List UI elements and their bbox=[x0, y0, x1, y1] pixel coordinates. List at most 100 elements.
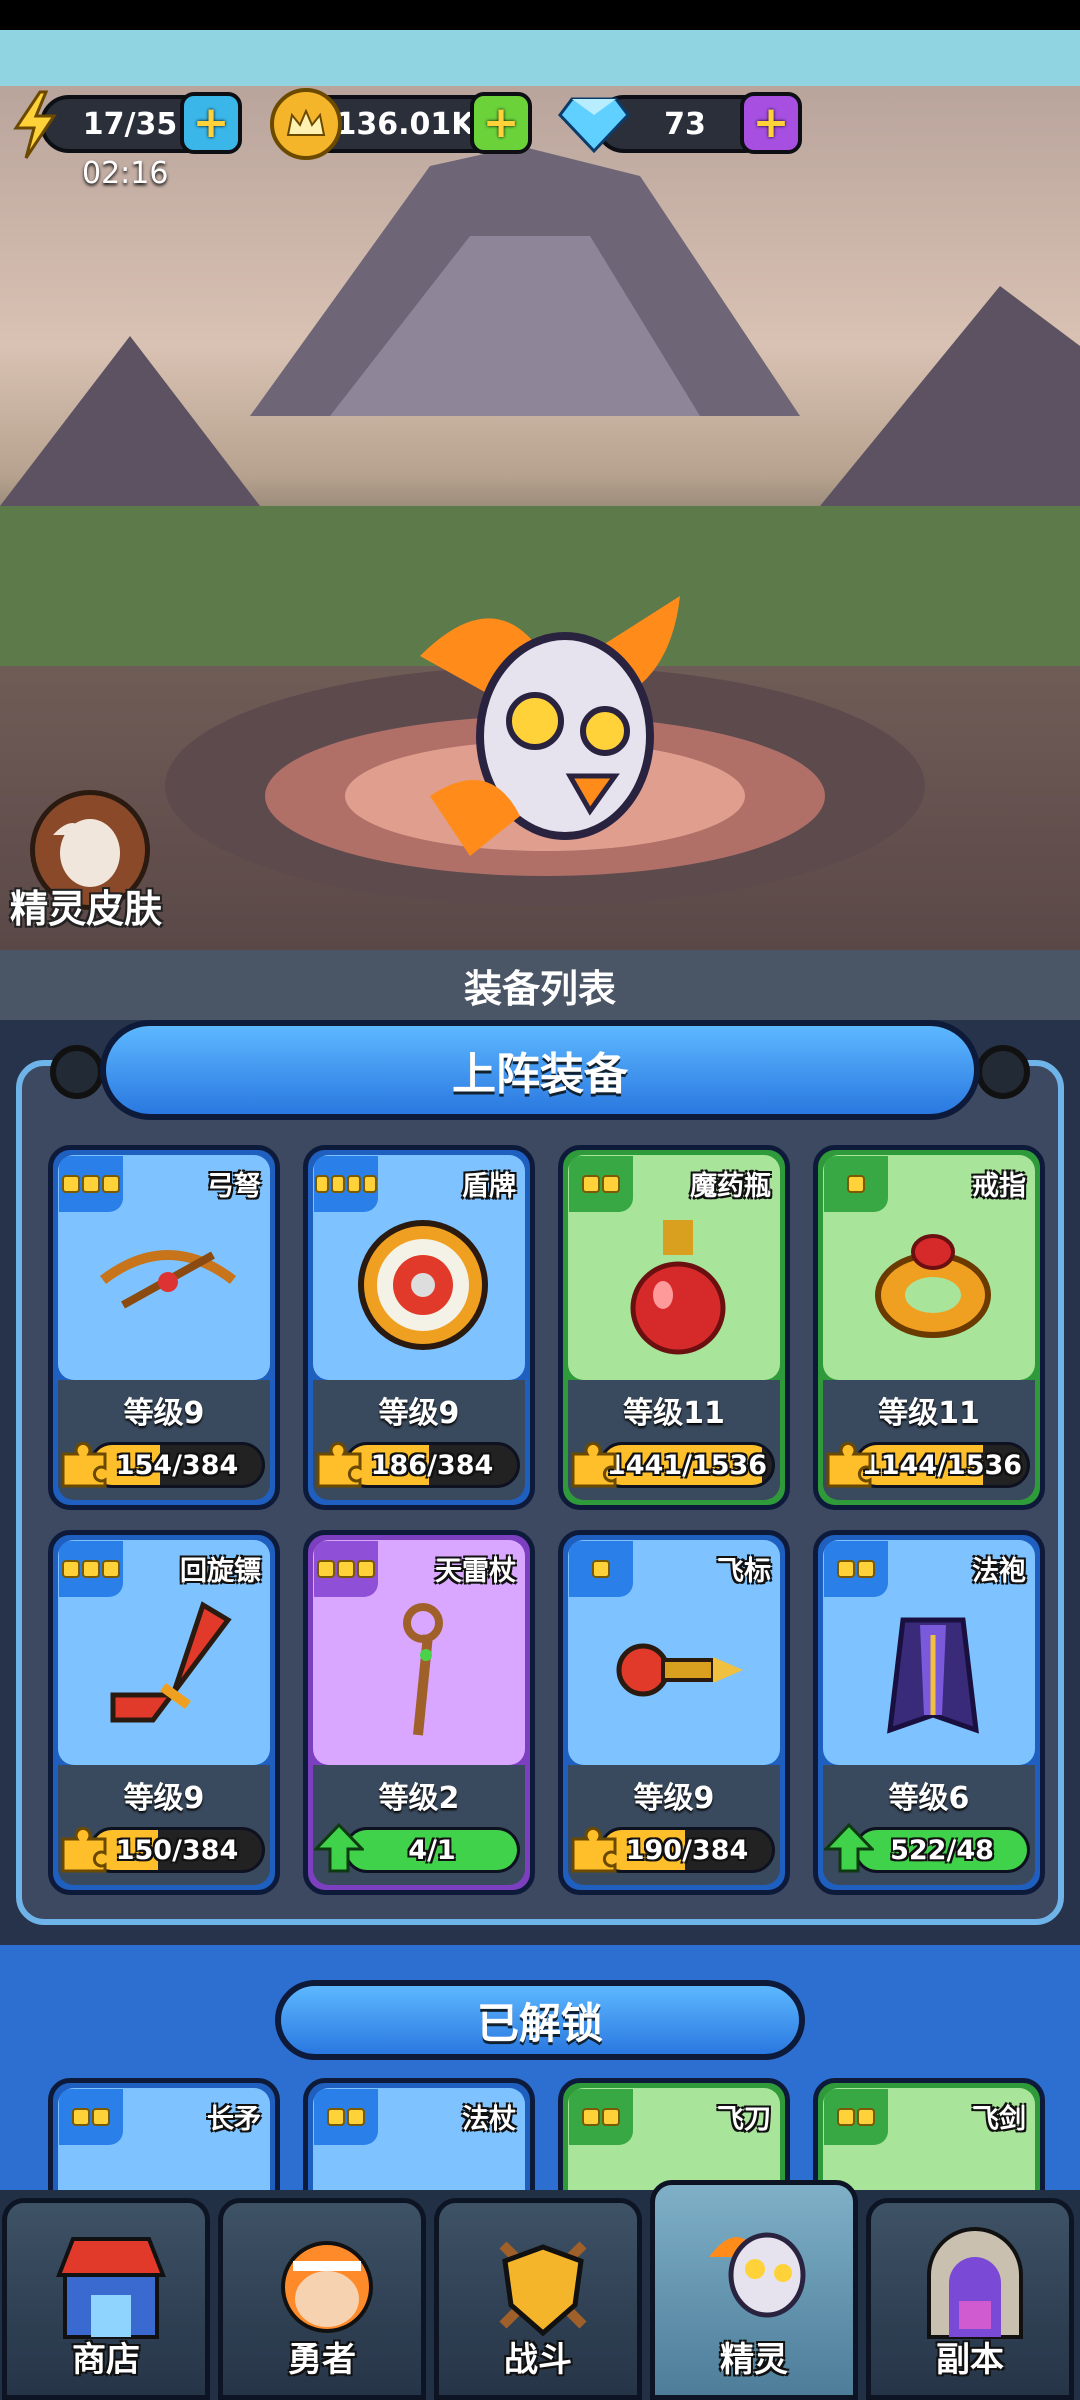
progress-text: 1441/1536 bbox=[606, 1449, 768, 1481]
rarity-dots bbox=[314, 1541, 378, 1597]
rarity-dot bbox=[92, 2108, 110, 2126]
card-name: 法袍 bbox=[972, 1556, 1026, 1587]
puzzle-piece-icon bbox=[314, 1438, 364, 1488]
panel-knob-right bbox=[976, 1045, 1030, 1099]
equipment-card[interactable]: 魔药瓶 等级11 1441/1536 bbox=[558, 1145, 790, 1510]
rarity-dots bbox=[59, 1156, 123, 1212]
rarity-dots bbox=[824, 1541, 888, 1597]
add-gems-button[interactable]: + bbox=[740, 92, 802, 154]
rarity-dot bbox=[347, 1175, 361, 1193]
equipped-title: 上阵装备 bbox=[452, 1049, 628, 1100]
rarity-dot bbox=[857, 2108, 875, 2126]
spirit-icon bbox=[699, 2207, 819, 2327]
panel-knob-left bbox=[50, 1045, 104, 1099]
equipment-card[interactable]: 飞标等级9 190/384 bbox=[558, 1530, 790, 1895]
rarity-dot bbox=[582, 1175, 600, 1193]
upgrade-arrow-icon bbox=[312, 1822, 366, 1873]
rarity-dot bbox=[847, 1175, 865, 1193]
crown-coin-icon bbox=[270, 88, 342, 160]
gems-value: 73 bbox=[664, 106, 706, 142]
progress-bar: 186/384 bbox=[344, 1442, 520, 1488]
battle-shield-icon bbox=[483, 2225, 603, 2345]
plus-icon: + bbox=[482, 97, 520, 148]
puzzle-piece-icon bbox=[569, 1438, 619, 1488]
rarity-dot bbox=[102, 1560, 120, 1578]
nav-label: 商店 bbox=[72, 2340, 140, 2380]
puzzle-piece-icon bbox=[824, 1438, 874, 1488]
card-level: 等级9 bbox=[633, 1781, 715, 1816]
equipment-card[interactable]: 戒指 等级11 1144/1536 bbox=[813, 1145, 1045, 1510]
gold-value: 136.01K bbox=[335, 106, 475, 142]
energy-value: 17/35 bbox=[82, 106, 178, 142]
card-name: 长矛 bbox=[207, 2104, 261, 2135]
equipped-banner: 上阵装备 bbox=[100, 1020, 980, 1120]
nav-label: 副本 bbox=[936, 2340, 1004, 2380]
add-energy-button[interactable]: + bbox=[180, 92, 242, 154]
nav-dungeon-door-tab[interactable]: 副本 bbox=[866, 2198, 1074, 2400]
progress-bar: 154/384 bbox=[89, 1442, 265, 1488]
nav-hero-tab[interactable]: 勇者 bbox=[218, 2198, 426, 2400]
rarity-dot bbox=[72, 2108, 90, 2126]
progress-text: 190/384 bbox=[625, 1834, 749, 1866]
spirit-creature bbox=[420, 596, 680, 856]
rarity-dot bbox=[82, 1175, 100, 1193]
rarity-dot bbox=[602, 1175, 620, 1193]
rarity-dot bbox=[317, 1560, 335, 1578]
equipment-icon bbox=[603, 1210, 753, 1360]
puzzle-piece-icon bbox=[59, 1823, 109, 1873]
nav-battle-shield-tab[interactable]: 战斗 bbox=[434, 2198, 642, 2400]
rarity-dots bbox=[824, 1156, 888, 1212]
rarity-dot bbox=[582, 2108, 600, 2126]
card-name: 飞剑 bbox=[972, 2104, 1026, 2135]
top-strip bbox=[0, 30, 1080, 86]
rarity-dot bbox=[327, 2108, 345, 2126]
rarity-dot bbox=[102, 1175, 120, 1193]
equipment-icon bbox=[93, 1210, 243, 1360]
equipment-card[interactable]: 回旋镖 等级9 150/384 bbox=[48, 1530, 280, 1895]
rarity-dot bbox=[62, 1560, 80, 1578]
equipment-icon bbox=[348, 1210, 498, 1360]
spirit-scene bbox=[0, 86, 1080, 950]
card-name: 飞标 bbox=[717, 1556, 771, 1587]
rarity-dots bbox=[59, 1541, 123, 1597]
nav-label: 勇者 bbox=[288, 2340, 356, 2380]
rarity-dot bbox=[315, 1175, 329, 1193]
card-level: 等级9 bbox=[378, 1396, 460, 1431]
progress-text: 522/48 bbox=[890, 1834, 994, 1866]
equipment-card[interactable]: 天雷杖 等级2 4/1 bbox=[303, 1530, 535, 1895]
unlocked-banner: 已解锁 bbox=[275, 1980, 805, 2060]
equipment-card[interactable]: 法袍等级6 522/48 bbox=[813, 1530, 1045, 1895]
puzzle-piece-icon bbox=[569, 1823, 619, 1873]
rarity-dot bbox=[857, 1560, 875, 1578]
equipment-icon bbox=[858, 1210, 1008, 1360]
equipment-card[interactable]: 盾牌等级9 186/384 bbox=[303, 1145, 535, 1510]
card-name: 法杖 bbox=[462, 2104, 516, 2135]
rarity-dots bbox=[569, 1156, 633, 1212]
equipment-card[interactable]: 弓弩 等级9 154/384 bbox=[48, 1145, 280, 1510]
card-level: 等级9 bbox=[123, 1396, 205, 1431]
card-level: 等级6 bbox=[888, 1781, 970, 1816]
progress-bar: 522/48 bbox=[854, 1827, 1030, 1873]
progress-bar: 190/384 bbox=[599, 1827, 775, 1873]
rarity-dot bbox=[82, 1560, 100, 1578]
equipment-icon bbox=[348, 1595, 498, 1745]
rarity-dot bbox=[602, 2108, 620, 2126]
progress-bar: 1144/1536 bbox=[854, 1442, 1030, 1488]
rarity-dot bbox=[347, 2108, 365, 2126]
hero-icon bbox=[267, 2225, 387, 2345]
rarity-dots bbox=[59, 2089, 123, 2145]
nav-shop-tab[interactable]: 商店 bbox=[2, 2198, 210, 2400]
card-level: 等级2 bbox=[378, 1781, 460, 1816]
nav-spirit-tab[interactable]: 精灵 bbox=[650, 2180, 858, 2400]
rarity-dots bbox=[824, 2089, 888, 2145]
card-level: 等级11 bbox=[878, 1396, 980, 1431]
dungeon-door-icon bbox=[915, 2225, 1035, 2345]
nav-label: 战斗 bbox=[504, 2340, 572, 2380]
progress-text: 1144/1536 bbox=[861, 1449, 1023, 1481]
card-name: 盾牌 bbox=[462, 1171, 516, 1202]
rarity-dot bbox=[62, 1175, 80, 1193]
equipment-icon bbox=[603, 1595, 753, 1745]
add-gold-button[interactable]: + bbox=[470, 92, 532, 154]
equipment-list-header: 装备列表 bbox=[0, 950, 1080, 1020]
rarity-dot bbox=[592, 1560, 610, 1578]
